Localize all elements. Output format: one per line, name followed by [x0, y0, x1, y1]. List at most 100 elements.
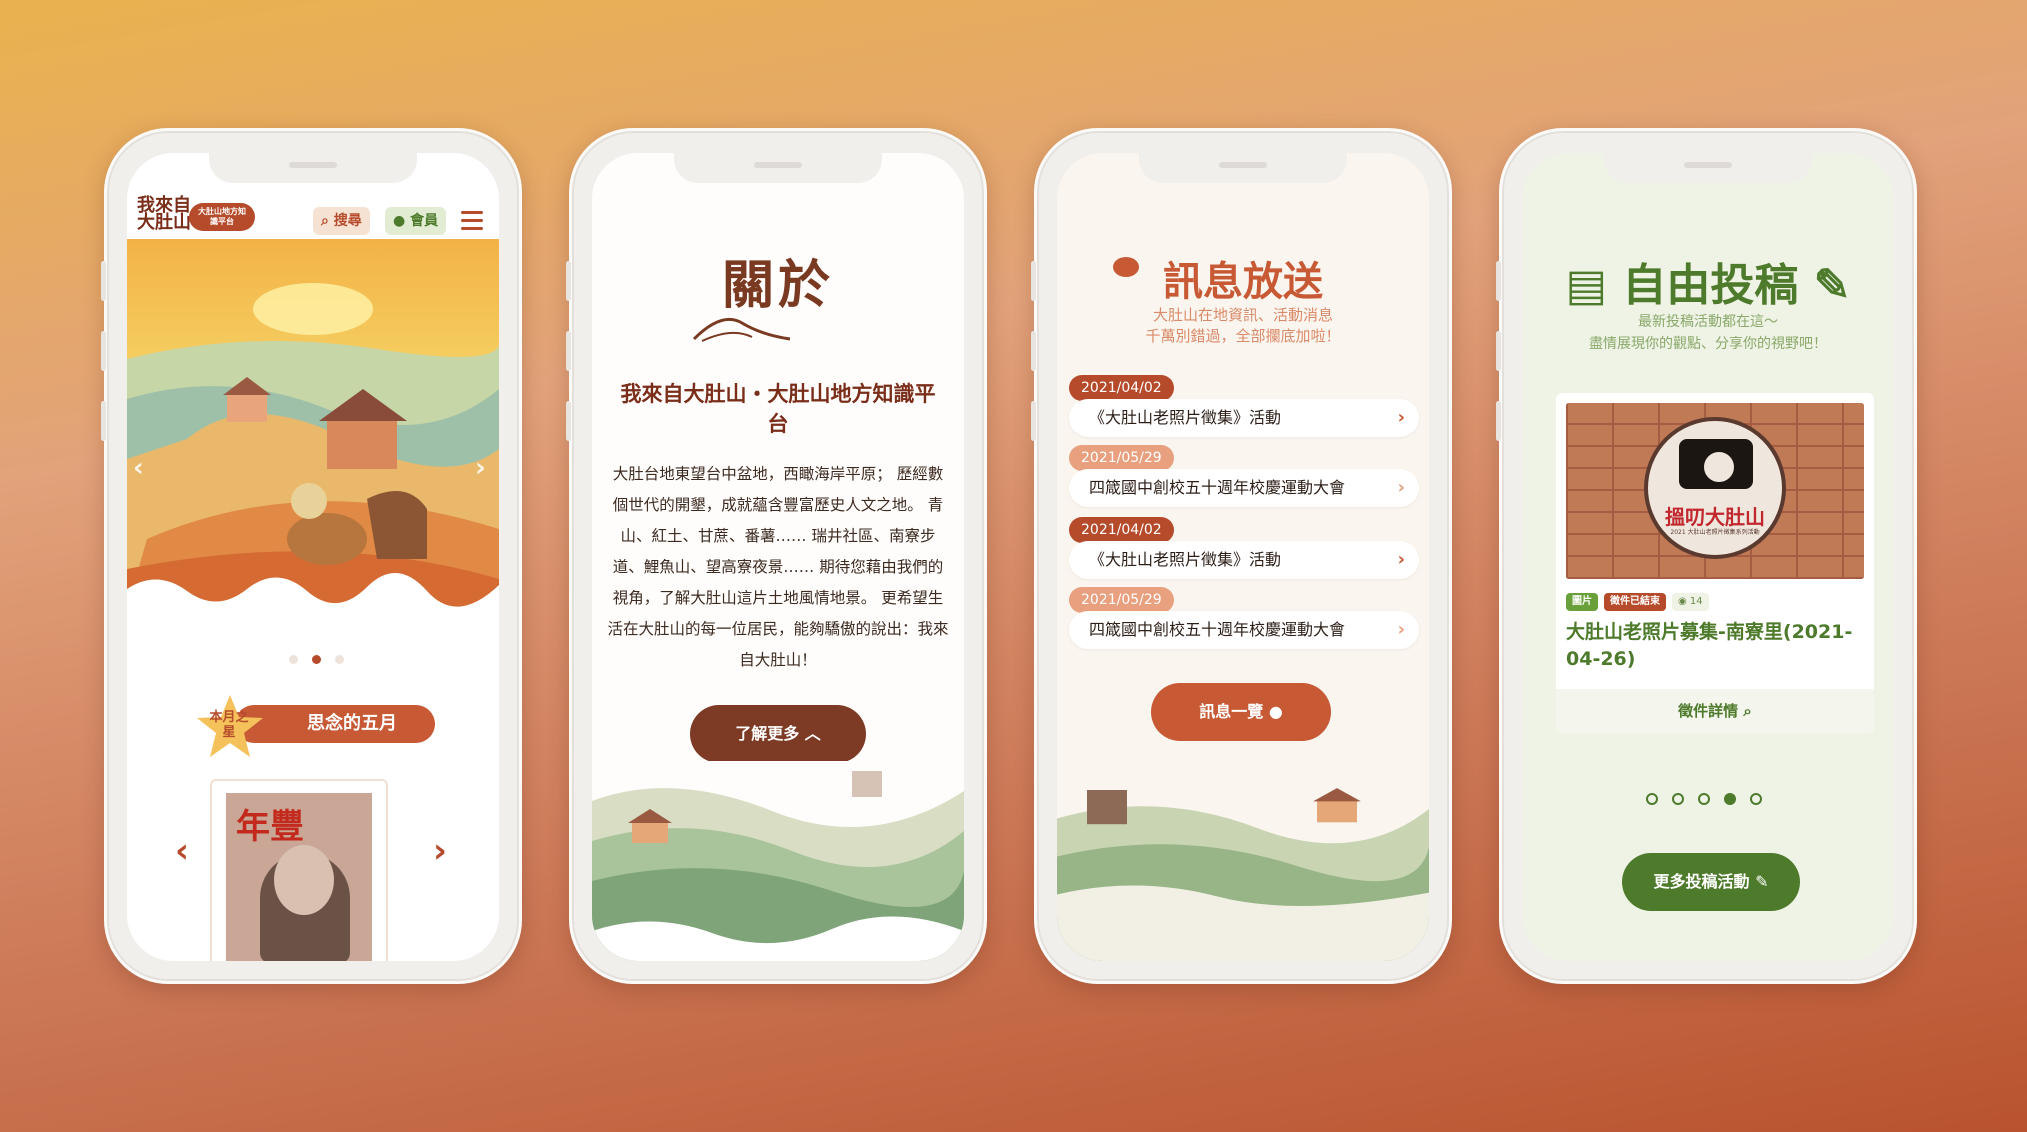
search-icon: ⌕ — [321, 213, 329, 229]
member-label: 會員 — [410, 213, 439, 229]
news-date: 2021/05/29 — [1069, 587, 1174, 613]
carousel-dot-active[interactable] — [1724, 793, 1736, 805]
hamburger-menu-icon[interactable] — [461, 211, 483, 230]
submissions-title-text: 自由投稿 — [1622, 260, 1799, 311]
news-date: 2021/04/02 — [1069, 375, 1174, 401]
chevron-left-icon[interactable]: ‹ — [175, 831, 189, 871]
hero-prev-icon[interactable]: ‹ — [133, 453, 144, 483]
carousel-dot[interactable] — [335, 655, 344, 664]
submissions-carousel-dots — [1646, 793, 1762, 805]
submissions-subtitle-line2: 盡情展現你的觀點、分享你的視野吧！ — [1589, 336, 1827, 352]
phone-notch — [1139, 153, 1347, 183]
more-submissions-label: 更多投稿活動 — [1653, 872, 1750, 891]
news-title: 訊息放送 — [1163, 258, 1323, 305]
search-icon: ⌕ — [1743, 702, 1752, 720]
event-badge-text: 搵叨大肚山 — [1665, 505, 1765, 529]
farm-landscape-illustration — [127, 239, 499, 609]
speech-bubble-icon — [1113, 257, 1139, 277]
hills-illustration — [1057, 771, 1429, 961]
phone-notch — [1604, 153, 1812, 183]
news-card[interactable]: 四箴國中創校五十週年校慶運動大會 › — [1069, 469, 1419, 507]
news-subtitle-line2: 千萬別錯過，全部攔底加啦！ — [1145, 327, 1341, 345]
hero-next-icon[interactable]: › — [475, 453, 486, 483]
submissions-title: ▤ 自由投稿 ✎ — [1522, 249, 1894, 313]
view-count: ◉ 14 — [1672, 593, 1709, 611]
tag-type: 圖片 — [1566, 593, 1598, 611]
chevron-right-icon: › — [1397, 549, 1405, 570]
hero-illustration — [127, 239, 499, 609]
pencil-icon: ✎ — [1813, 260, 1851, 311]
news-subtitle: 大肚山在地資訊、活動消息 千萬別錯過，全部攔底加啦！ — [1057, 305, 1429, 347]
news-item[interactable]: 2021/04/02 《大肚山老照片徵集》活動 › — [1069, 517, 1419, 583]
news-screen: 訊息放送 大肚山在地資訊、活動消息 千萬別錯過，全部攔底加啦！ 2021/04/… — [1057, 153, 1429, 961]
carousel-dot-active[interactable] — [312, 655, 321, 664]
pencil-icon: ✎ — [1755, 872, 1769, 891]
logo-badge: 大肚山地方知識平台 — [189, 203, 255, 231]
news-card[interactable]: 四箴國中創校五十週年校慶運動大會 › — [1069, 611, 1419, 649]
submissions-screen: ▤ 自由投稿 ✎ 最新投稿活動都在這～ 盡情展現你的觀點、分享你的視野吧！ 搵叨… — [1522, 153, 1894, 961]
eye-icon: ◉ — [1678, 596, 1690, 607]
submission-card-title[interactable]: 大肚山老照片募集-南寮里(2021-04-26) — [1566, 619, 1864, 673]
chat-bubble-icon: ● — [1268, 702, 1283, 721]
phone-notch — [674, 153, 882, 183]
carousel-dot[interactable] — [1698, 793, 1710, 805]
chevron-right-icon[interactable]: › — [433, 831, 447, 871]
acorn-icon: ● — [393, 213, 406, 229]
news-card[interactable]: 《大肚山老照片徵集》活動 › — [1069, 399, 1419, 437]
submission-details-label: 徵件詳情 — [1678, 702, 1739, 720]
document-icon: ▤ — [1565, 260, 1608, 311]
member-button[interactable]: ● 會員 — [385, 207, 447, 235]
submission-details-button[interactable]: 徵件詳情 ⌕ — [1556, 689, 1874, 733]
news-date: 2021/05/29 — [1069, 445, 1174, 471]
news-item[interactable]: 2021/05/29 四箴國中創校五十週年校慶運動大會 › — [1069, 587, 1419, 653]
news-title-text: 《大肚山老照片徵集》活動 — [1089, 550, 1282, 569]
event-badge: 搵叨大肚山 2021 大肚山老照片徵集系列活動 — [1644, 417, 1786, 559]
event-badge-caption: 2021 大肚山老照片徵集系列活動 — [1670, 529, 1760, 536]
phone-news: 訊息放送 大肚山在地資訊、活動消息 千萬別錯過，全部攔底加啦！ 2021/04/… — [1031, 128, 1452, 984]
news-date: 2021/04/02 — [1069, 517, 1174, 543]
news-card[interactable]: 《大肚山老照片徵集》活動 › — [1069, 541, 1419, 579]
carousel-dot[interactable] — [1672, 793, 1684, 805]
carousel-dot[interactable] — [289, 655, 298, 664]
monthly-star-title: 思念的五月 — [235, 705, 435, 743]
news-list-label: 訊息一覽 — [1199, 702, 1264, 721]
carousel-dot[interactable] — [1646, 793, 1658, 805]
submission-card[interactable]: 搵叨大肚山 2021 大肚山老照片徵集系列活動 圖片 徵件已結束 ◉ 14 大肚… — [1556, 393, 1874, 733]
submission-tags: 圖片 徵件已結束 ◉ 14 — [1566, 593, 1709, 611]
submissions-subtitle-line1: 最新投稿活動都在這～ — [1638, 314, 1778, 330]
news-item[interactable]: 2021/04/02 《大肚山老照片徵集》活動 › — [1069, 375, 1419, 441]
search-button[interactable]: ⌕ 搜尋 — [313, 207, 370, 235]
news-list-button[interactable]: 訊息一覽 ● — [1151, 683, 1331, 741]
search-label: 搜尋 — [333, 213, 362, 229]
about-heading: 我來自大肚山・大肚山地方知識平台 — [620, 382, 936, 436]
magazine-cover-image: 年豐 — [226, 793, 372, 961]
submission-card-image: 搵叨大肚山 2021 大肚山老照片徵集系列活動 — [1566, 403, 1864, 579]
more-submissions-button[interactable]: 更多投稿活動 ✎ — [1622, 853, 1800, 911]
about-body: 大肚台地東望台中盆地，西瞰海岸平原； 歷經數個世代的開墾，成就蘊含豐富歷史人文之… — [607, 465, 949, 669]
about-screen: 關於 我來自大肚山・大肚山地方知識平台 大肚台地東望台中盆地，西瞰海岸平原； 歷… — [592, 153, 964, 961]
news-title-text: 《大肚山老照片徵集》活動 — [1089, 408, 1282, 427]
phone-about: 關於 我來自大肚山・大肚山地方知識平台 大肚台地東望台中盆地，西瞰海岸平原； 歷… — [566, 128, 987, 984]
news-title-text: 四箴國中創校五十週年校慶運動大會 — [1089, 620, 1346, 639]
phone-notch — [209, 153, 417, 183]
camera-icon — [1679, 439, 1753, 489]
hills-illustration — [592, 761, 964, 961]
tag-status: 徵件已結束 — [1604, 593, 1666, 611]
view-count-value: 14 — [1689, 596, 1703, 607]
chevron-right-icon: › — [1397, 477, 1405, 498]
about-title: 關於 — [721, 255, 834, 316]
hero-carousel-dots — [289, 655, 344, 664]
submissions-subtitle: 最新投稿活動都在這～ 盡情展現你的觀點、分享你的視野吧！ — [1522, 311, 1894, 355]
chevron-right-icon: › — [1397, 407, 1405, 428]
monthly-star-badge: 本月之星 — [209, 710, 249, 740]
chevron-right-icon: › — [1397, 619, 1405, 640]
carousel-dot[interactable] — [1750, 793, 1762, 805]
news-subtitle-line1: 大肚山在地資訊、活動消息 — [1152, 306, 1333, 324]
learn-more-button[interactable]: 了解更多 ︿ — [690, 705, 866, 763]
news-title-text: 四箴國中創校五十週年校慶運動大會 — [1089, 478, 1346, 497]
magazine-title: 年豐 — [236, 807, 304, 847]
monthly-star-banner[interactable]: 思念的五月 本月之星 — [195, 693, 445, 757]
phone-submissions: ▤ 自由投稿 ✎ 最新投稿活動都在這～ 盡情展現你的觀點、分享你的視野吧！ 搵叨… — [1496, 128, 1917, 984]
news-item[interactable]: 2021/05/29 四箴國中創校五十週年校慶運動大會 › — [1069, 445, 1419, 511]
magazine-cover-card[interactable]: 年豐 — [210, 779, 388, 961]
